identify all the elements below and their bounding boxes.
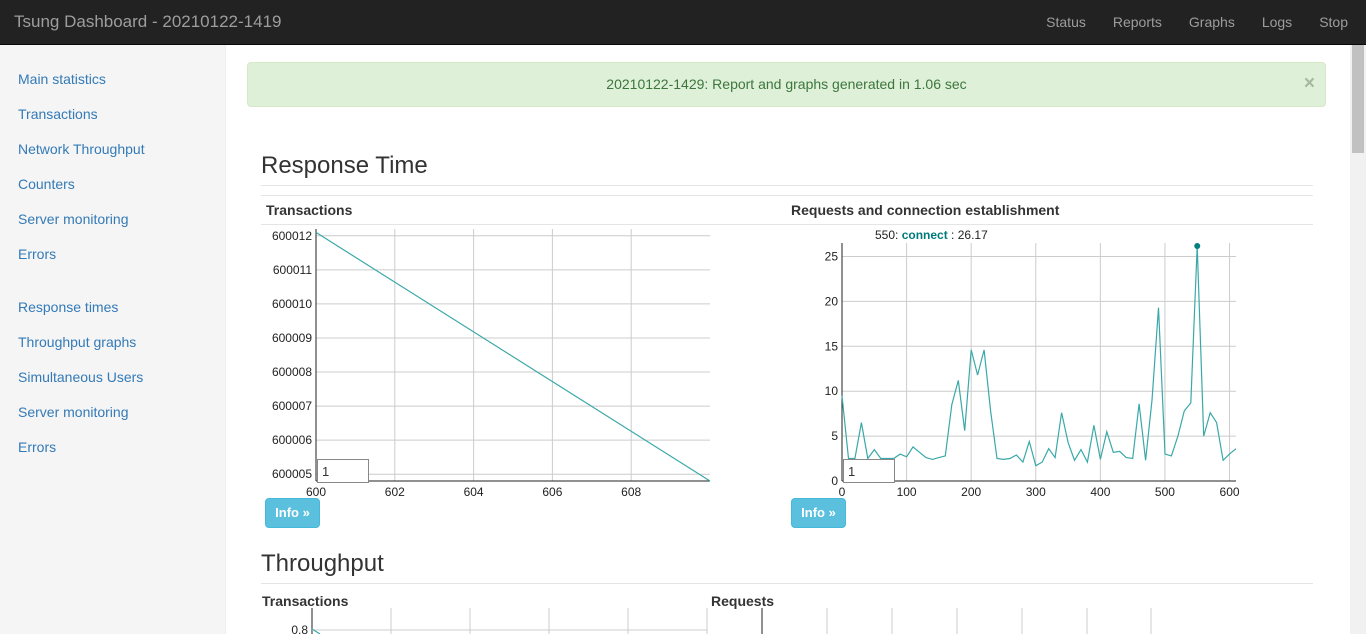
sidebar-item-server-monitoring-graphs[interactable]: Server monitoring [18,404,129,420]
section-title-throughput: Throughput [261,550,384,577]
scrollbar-thumb[interactable] [1352,45,1364,153]
sidebar: Main statistics Transactions Network Thr… [0,45,226,634]
top-navbar: Tsung Dashboard - 20210122-1419 Status R… [0,0,1366,45]
roll-period-input[interactable] [843,459,895,483]
roll-period-input[interactable] [317,459,369,483]
sidebar-item-errors[interactable]: Errors [18,246,56,262]
divider [261,583,1313,584]
panel-title-transactions: Transactions [266,202,353,218]
nav-status-link[interactable]: Status [1032,0,1099,45]
sidebar-item-throughput-graphs[interactable]: Throughput graphs [18,334,136,350]
page-scrollbar[interactable] [1350,45,1366,634]
nav-graphs-link[interactable]: Graphs [1175,0,1248,45]
sidebar-item-counters[interactable]: Counters [18,176,75,192]
nav-stop-link[interactable]: Stop [1305,0,1348,45]
sidebar-item-transactions[interactable]: Transactions [18,106,98,122]
divider [261,224,1313,225]
info-button[interactable]: Info » [791,498,846,528]
brand-title[interactable]: Tsung Dashboard - 20210122-1419 [14,12,281,32]
sidebar-item-errors-graphs[interactable]: Errors [18,439,56,455]
top-nav-links: Status Reports Graphs Logs Stop [1032,0,1348,45]
sidebar-item-network-throughput[interactable]: Network Throughput [18,141,145,157]
main-content: 20210122-1429: Report and graphs generat… [226,45,1350,634]
divider [261,195,1313,196]
panel-title-requests-connection: Requests and connection establishment [791,202,1060,218]
success-alert: 20210122-1429: Report and graphs generat… [247,62,1326,107]
sidebar-item-response-times[interactable]: Response times [18,299,118,315]
close-icon[interactable]: × [1304,63,1315,104]
alert-message: 20210122-1429: Report and graphs generat… [606,76,967,92]
nav-reports-link[interactable]: Reports [1099,0,1175,45]
panel-title-throughput-transactions: Transactions [262,593,349,609]
divider [261,185,1313,186]
nav-logs-link[interactable]: Logs [1248,0,1305,45]
hover-x-value: 550 [875,228,896,242]
info-button[interactable]: Info » [265,498,320,528]
section-title-response-time: Response Time [261,152,428,179]
panel-title-throughput-requests: Requests [711,593,775,609]
hover-legend: 550: connect : 26.17 [875,228,988,242]
hover-y-value: 26.17 [957,228,988,242]
hover-series-name: connect [901,228,948,242]
sidebar-item-main-statistics[interactable]: Main statistics [18,71,106,87]
sidebar-item-server-monitoring[interactable]: Server monitoring [18,211,129,227]
sidebar-item-simultaneous-users[interactable]: Simultaneous Users [18,369,143,385]
